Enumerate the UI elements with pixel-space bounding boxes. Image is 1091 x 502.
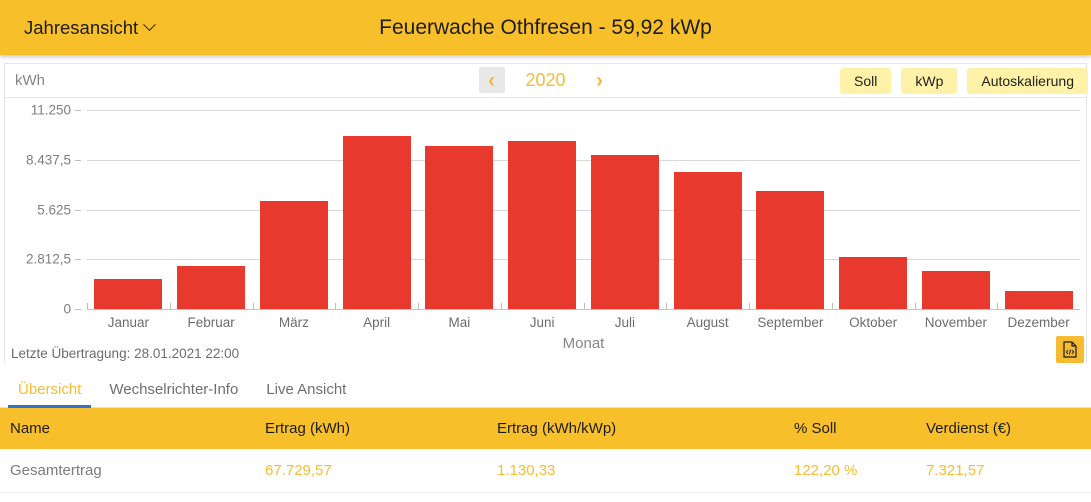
x-axis-tick [584, 303, 585, 309]
chart-bar[interactable] [508, 141, 576, 309]
chart-bar[interactable] [260, 201, 328, 309]
x-axis-tick-label: Juni [501, 315, 584, 330]
chart-bar-slot [749, 98, 832, 309]
chart-card: kWh ‹ 2020 › Soll kWp Autoskalierung 0 2.… [4, 63, 1087, 363]
toggle-kwp-button[interactable]: kWp [901, 68, 957, 94]
x-axis-tick-label: Februar [170, 315, 253, 330]
table-body: Gesamtertrag 67.729,57 1.130,33 122,20 %… [0, 449, 1091, 493]
y-axis-tick-label: 11.250 [31, 103, 71, 118]
page-title: Feuerwache Othfresen - 59,92 kWp [0, 16, 1091, 40]
y-axis-tick [75, 210, 81, 211]
chart-bar-slot [915, 98, 998, 309]
chart-bar[interactable] [343, 136, 411, 309]
x-axis-tick [170, 303, 171, 309]
current-year-label: 2020 [519, 70, 573, 91]
x-axis-tick-label: Juli [584, 315, 667, 330]
column-header-ertrag-kwh[interactable]: Ertrag (kWh) [255, 408, 487, 449]
tab-live-ansicht[interactable]: Live Ansicht [252, 381, 360, 407]
cell-ertrag-kwh-kwp: 1.130,33 [487, 449, 784, 493]
tab-uebersicht[interactable]: Übersicht [4, 381, 95, 407]
chart-bar[interactable] [756, 191, 824, 309]
cell-name: Gesamtertrag [0, 449, 255, 493]
x-axis-tick-labels: JanuarFebruarMärzAprilMaiJuniJuliAugustS… [87, 315, 1080, 330]
table-row[interactable]: Gesamtertrag 67.729,57 1.130,33 122,20 %… [0, 449, 1091, 493]
y-axis: 0 2.812,5 5.625 8.437,5 11.250 [5, 98, 81, 350]
chart-bar-slot [832, 98, 915, 309]
toggle-soll-button[interactable]: Soll [840, 68, 891, 94]
y-axis-tick [75, 160, 81, 161]
chart-toolbar: kWh ‹ 2020 › Soll kWp Autoskalierung [5, 64, 1086, 98]
y-axis-tick-label: 5.625 [37, 202, 71, 217]
x-axis-tick [418, 303, 419, 309]
y-axis-tick [75, 110, 81, 111]
chart-bar-slot [584, 98, 667, 309]
chart-bar[interactable] [94, 279, 162, 309]
column-header-ertrag-kwh-kwp[interactable]: Ertrag (kWh/kWp) [487, 408, 784, 449]
y-axis-tick-label: 0 [63, 302, 71, 317]
y-axis-tick-label: 8.437,5 [26, 152, 71, 167]
x-axis-tick [997, 303, 998, 309]
x-axis-tick [501, 303, 502, 309]
app-header: Jahresansicht Feuerwache Othfresen - 59,… [0, 0, 1091, 55]
toggle-autoscale-button[interactable]: Autoskalierung [967, 68, 1088, 94]
x-axis-tick [253, 303, 254, 309]
y-axis-tick-label: 2.812,5 [26, 252, 71, 267]
y-axis-tick [75, 309, 81, 310]
column-header-prozent-soll[interactable]: % Soll [784, 408, 916, 449]
last-transmission-label: Letzte Übertragung: 28.01.2021 22:00 [11, 346, 239, 361]
chart-bar-slot [87, 98, 170, 309]
x-axis-tick-label: Mai [418, 315, 501, 330]
chevron-down-icon [143, 18, 156, 31]
x-axis-tick [749, 303, 750, 309]
x-axis-tick-label: Dezember [997, 315, 1080, 330]
chart-plot-area: 0 2.812,5 5.625 8.437,5 11.250 JanuarFebruar… [5, 98, 1086, 350]
next-year-button[interactable]: › [587, 67, 613, 93]
cell-prozent-soll: 122,20 % [784, 449, 916, 493]
x-axis-tick [832, 303, 833, 309]
table-header: Name Ertrag (kWh) Ertrag (kWh/kWp) % Sol… [0, 408, 1091, 449]
x-axis-tick [87, 303, 88, 309]
column-header-verdienst[interactable]: Verdienst (€) [916, 408, 1091, 449]
tab-bar: Übersicht Wechselrichter-Info Live Ansic… [0, 371, 1091, 408]
tab-wechselrichter-info[interactable]: Wechselrichter-Info [95, 381, 252, 407]
x-axis-tick-label: Oktober [832, 315, 915, 330]
export-document-button[interactable] [1056, 336, 1084, 363]
x-axis-tick-label: September [749, 315, 832, 330]
chart-bar[interactable] [1005, 291, 1073, 309]
x-axis-tick [335, 303, 336, 309]
cell-verdienst: 7.321,57 [916, 449, 1091, 493]
x-axis-tick-label: November [915, 315, 998, 330]
view-mode-label: Jahresansicht [24, 17, 138, 39]
column-header-name[interactable]: Name [0, 408, 255, 449]
chart-bar-slot [170, 98, 253, 309]
chart-bars [87, 98, 1080, 309]
yield-summary-table: Name Ertrag (kWh) Ertrag (kWh/kWp) % Sol… [0, 408, 1091, 493]
chart-bar[interactable] [177, 266, 245, 309]
document-export-icon [1063, 341, 1078, 358]
x-axis-tick-label: Januar [87, 315, 170, 330]
y-axis-tick [75, 259, 81, 260]
previous-year-button[interactable]: ‹ [479, 67, 505, 93]
chart-bar[interactable] [591, 155, 659, 309]
x-axis-tick-label: März [253, 315, 336, 330]
x-axis-tick-label: August [666, 315, 749, 330]
chart-bar-slot [666, 98, 749, 309]
chart-bar-slot [335, 98, 418, 309]
chart-bar[interactable] [674, 172, 742, 309]
x-axis-tick [666, 303, 667, 309]
table-header-row: Name Ertrag (kWh) Ertrag (kWh/kWp) % Sol… [0, 408, 1091, 449]
chart-bar-slot [997, 98, 1080, 309]
gridline [87, 309, 1080, 310]
cell-ertrag-kwh: 67.729,57 [255, 449, 487, 493]
chart-bar-slot [253, 98, 336, 309]
chart-bar[interactable] [922, 271, 990, 309]
view-mode-selector[interactable]: Jahresansicht [24, 17, 154, 39]
chart-bar[interactable] [425, 146, 493, 309]
chart-bar-slot [418, 98, 501, 309]
x-axis-tick-label: April [335, 315, 418, 330]
chart-bar-slot [501, 98, 584, 309]
chart-bar[interactable] [839, 257, 907, 309]
x-axis-tick [915, 303, 916, 309]
chart-options: Soll kWp Autoskalierung [840, 68, 1088, 94]
